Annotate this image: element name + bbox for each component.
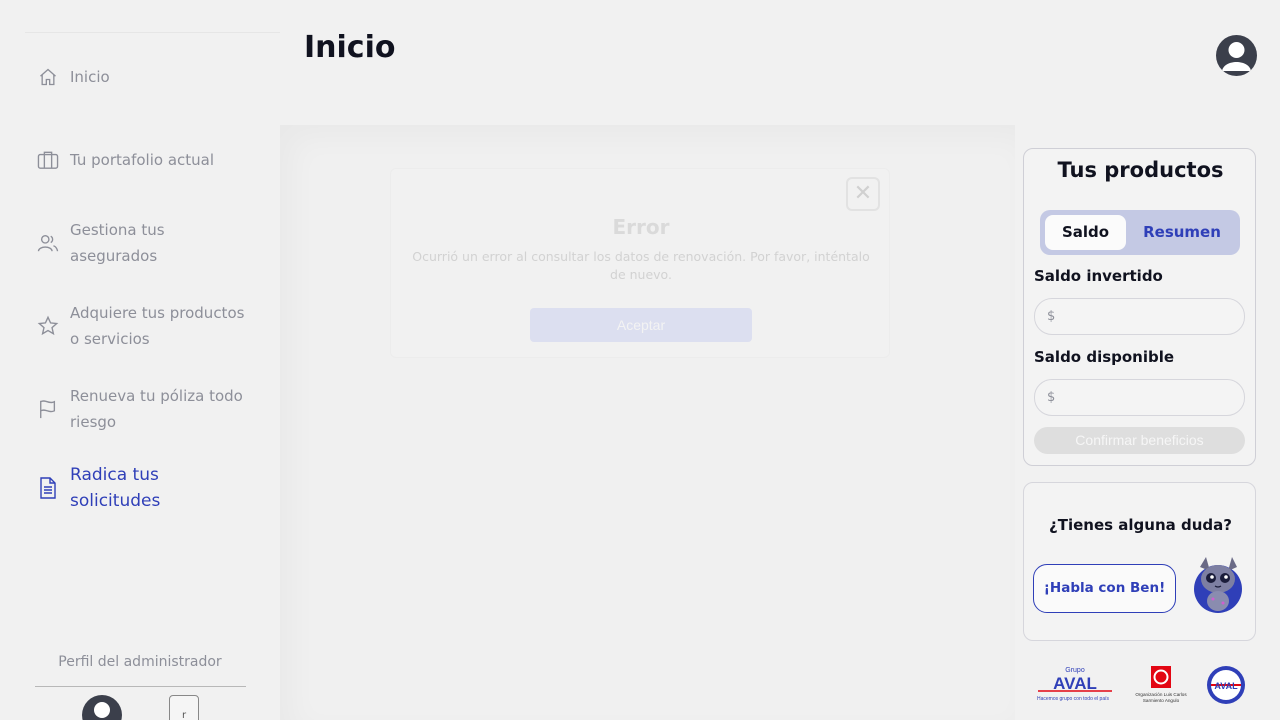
admin-action-button[interactable]: r <box>169 695 199 720</box>
admin-avatar[interactable] <box>82 695 122 720</box>
sidebar-item-radica[interactable]: Radica tus solicitudes <box>36 462 250 514</box>
sidebar-item-label: Radica tus solicitudes <box>70 465 161 511</box>
sidebar-item-label: Tu portafolio actual <box>70 151 215 169</box>
sidebar-item-renueva[interactable]: Renueva tu póliza todo riesgo <box>36 383 250 435</box>
briefcase-icon <box>36 148 60 172</box>
sidebar-item-label: Adquiere tus productos o servicios <box>70 304 245 348</box>
aval-seal-logo: AVAL <box>1206 665 1246 705</box>
sarmiento-logo-line2: Sarmiento Angulo <box>1143 698 1180 703</box>
sarmiento-logo-line1: Organización Luis Carlos <box>1135 692 1187 697</box>
sidebar-divider <box>25 32 280 33</box>
saldo-invertido-field[interactable]: $ <box>1034 298 1245 335</box>
sidebar-item-label: Gestiona tus asegurados <box>70 221 165 265</box>
sidebar-item-adquiere[interactable]: Adquiere tus productos o servicios <box>36 300 250 352</box>
confirm-benefits-button[interactable]: Confirmar beneficios <box>1034 427 1245 454</box>
products-card: Tus productos Saldo Resumen Saldo invert… <box>1023 148 1256 466</box>
admin-divider <box>35 686 246 687</box>
saldo-invertido-label: Saldo invertido <box>1034 267 1163 285</box>
sidebar-item-label: Renueva tu póliza todo riesgo <box>70 387 243 431</box>
admin-profile-title: Perfil del administrador <box>58 654 222 670</box>
saldo-disponible-label: Saldo disponible <box>1034 348 1175 366</box>
sidebar-item-inicio[interactable]: Inicio <box>36 64 250 90</box>
close-icon[interactable]: ✕ <box>846 177 880 211</box>
help-card: ¿Tienes alguna duda? ¡Habla con Ben! <box>1023 482 1256 641</box>
help-title: ¿Tienes alguna duda? <box>1049 516 1232 534</box>
users-icon <box>36 231 60 255</box>
products-title: Tus productos <box>1057 158 1224 182</box>
chat-with-ben-button[interactable]: ¡Habla con Ben! <box>1033 564 1176 613</box>
sidebar: Inicio Tu portafolio actual Gestiona tus… <box>0 0 280 720</box>
home-icon <box>36 65 60 89</box>
products-toggle: Saldo Resumen <box>1040 210 1240 255</box>
ben-avatar[interactable] <box>1192 555 1244 615</box>
sidebar-item-label: Inicio <box>70 68 110 86</box>
aval-logo-tagline: Hacemos grupo con todo el país <box>1037 696 1109 702</box>
tab-resumen[interactable]: Resumen <box>1130 215 1234 250</box>
accept-button[interactable]: Aceptar <box>530 308 752 342</box>
document-icon <box>36 476 60 500</box>
grupo-aval-logo: Grupo AVAL Hacemos grupo con todo el paí… <box>1032 664 1118 704</box>
modal-title: Error <box>612 215 670 239</box>
flag-icon <box>36 397 60 421</box>
sarmiento-angulo-logo: Organización Luis Carlos Sarmiento Angul… <box>1130 666 1192 706</box>
error-modal: ✕ Error Ocurrió un error al consultar lo… <box>390 168 890 358</box>
aval-logo-name: AVAL <box>1053 674 1097 693</box>
saldo-disponible-field[interactable]: $ <box>1034 379 1245 416</box>
sidebar-item-asegurados[interactable]: Gestiona tus asegurados <box>36 217 250 269</box>
star-icon <box>36 314 60 338</box>
svg-text:AVAL: AVAL <box>1214 681 1238 691</box>
tab-saldo[interactable]: Saldo <box>1045 215 1126 250</box>
page-title: Inicio <box>304 30 396 65</box>
header: Inicio <box>280 0 1280 125</box>
aval-logo-top-text: Grupo <box>1065 667 1085 674</box>
modal-message: Ocurrió un error al consultar los datos … <box>412 249 870 282</box>
sidebar-item-portafolio[interactable]: Tu portafolio actual <box>36 147 250 173</box>
user-avatar[interactable] <box>1216 35 1257 76</box>
